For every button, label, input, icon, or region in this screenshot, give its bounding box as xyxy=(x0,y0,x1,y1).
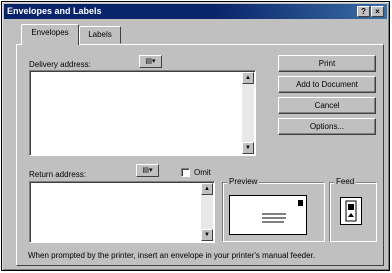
tab-labels[interactable]: Labels xyxy=(79,26,121,44)
feed-group: Feed xyxy=(329,177,377,242)
scroll-down-icon[interactable]: ▼ xyxy=(201,229,213,241)
feed-method-button[interactable] xyxy=(340,197,362,225)
address-book-icon: ▤▾ xyxy=(142,167,153,174)
feed-label: Feed xyxy=(334,177,357,186)
return-address-input[interactable]: ▲ ▼ xyxy=(29,181,215,243)
preview-label: Preview xyxy=(227,177,260,186)
window-title: Envelopes and Labels xyxy=(7,6,102,16)
title-bar: Envelopes and Labels ? × xyxy=(4,4,387,19)
feed-icon xyxy=(345,200,357,222)
close-button[interactable]: × xyxy=(371,6,384,17)
return-scrollbar[interactable]: ▲ ▼ xyxy=(201,183,213,241)
preview-group: Preview xyxy=(222,177,325,242)
delivery-scrollbar[interactable]: ▲ ▼ xyxy=(242,72,254,154)
options-button[interactable]: Options... xyxy=(278,118,376,135)
omit-label: Omit xyxy=(194,168,211,177)
cancel-button[interactable]: Cancel xyxy=(278,97,376,114)
return-address-book-button[interactable]: ▤▾ xyxy=(136,164,159,177)
omit-checkbox[interactable] xyxy=(181,168,190,177)
delivery-address-input[interactable]: ▲ ▼ xyxy=(29,70,256,156)
tab-envelopes[interactable]: Envelopes xyxy=(21,24,79,45)
status-message: When prompted by the printer, insert an … xyxy=(28,251,316,260)
scroll-up-icon[interactable]: ▲ xyxy=(201,183,213,195)
tab-envelopes-label: Envelopes xyxy=(31,28,69,37)
envelope-icon xyxy=(262,200,303,223)
scroll-down-icon[interactable]: ▼ xyxy=(242,142,254,154)
envelope-preview[interactable] xyxy=(229,195,307,235)
address-book-icon: ▤▾ xyxy=(145,58,156,65)
print-button[interactable]: Print xyxy=(278,55,376,72)
scroll-up-icon[interactable]: ▲ xyxy=(242,72,254,84)
help-button[interactable]: ? xyxy=(357,6,370,17)
add-to-document-button[interactable]: Add to Document xyxy=(278,76,376,93)
tab-labels-label: Labels xyxy=(88,30,112,39)
return-address-label: Return address: xyxy=(29,170,86,179)
delivery-address-book-button[interactable]: ▤▾ xyxy=(139,55,162,68)
delivery-address-label: Delivery address: xyxy=(29,60,91,69)
